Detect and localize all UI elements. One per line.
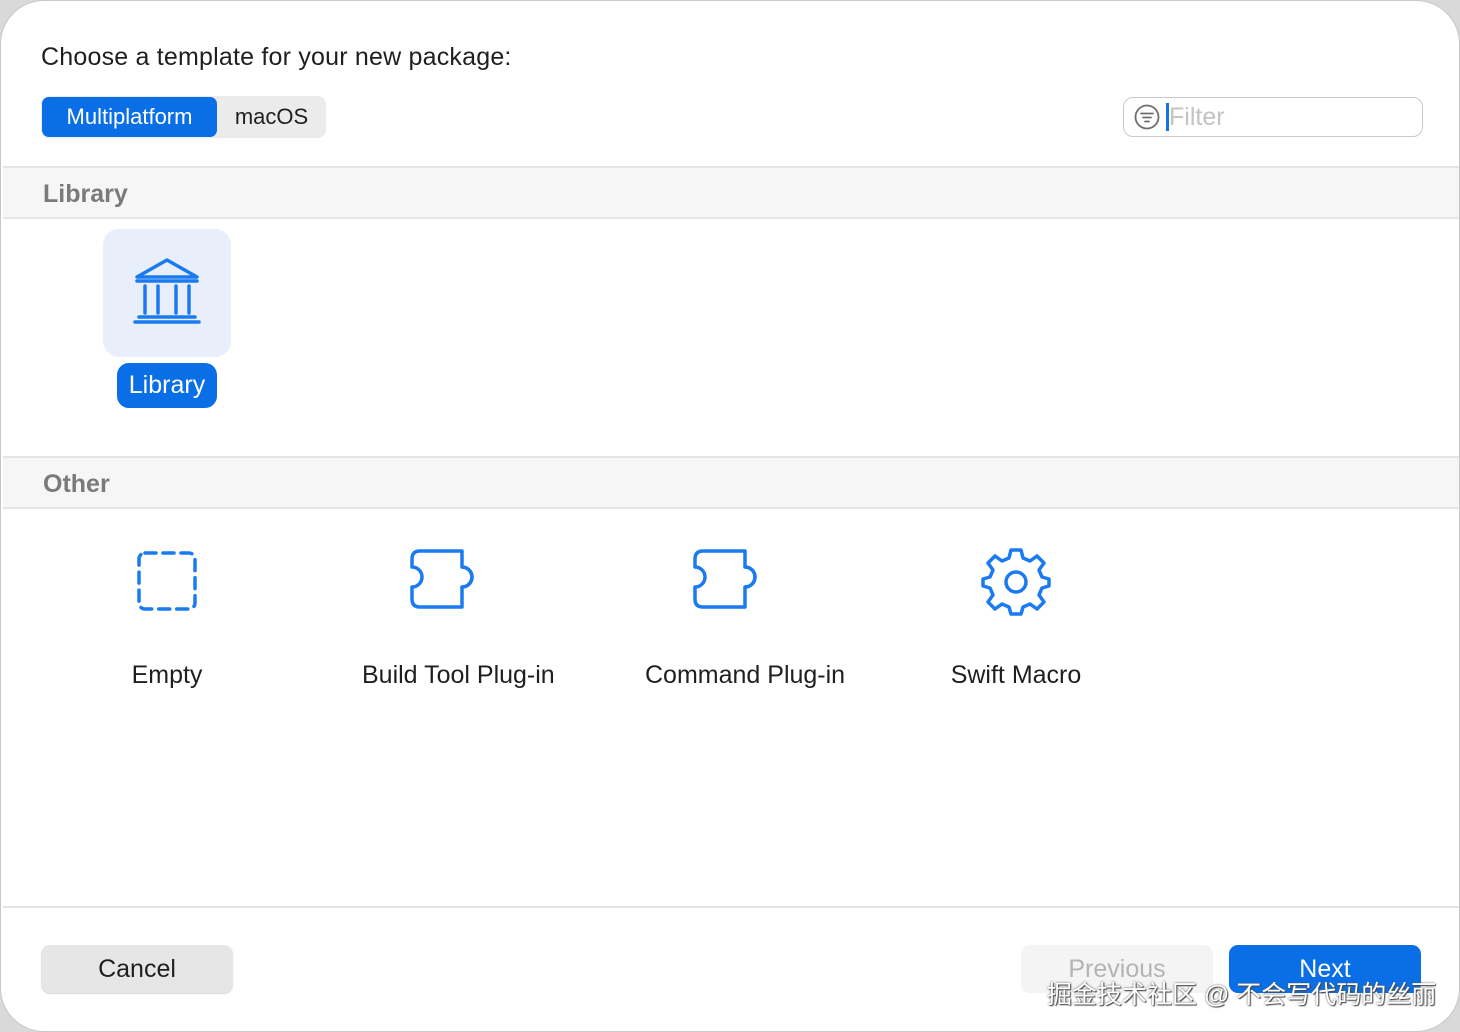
gear-icon	[981, 546, 1051, 621]
divider	[3, 906, 1459, 908]
puzzle-piece-icon	[408, 547, 492, 620]
template-icon-frame	[386, 519, 514, 647]
template-label: Swift Macro	[950, 661, 1082, 689]
template-icon-frame	[669, 519, 797, 647]
cancel-button[interactable]: Cancel	[41, 945, 233, 993]
divider	[3, 217, 1459, 219]
template-icon-frame	[103, 519, 231, 647]
filter-input[interactable]	[1169, 102, 1409, 132]
template-icon-frame	[952, 519, 1080, 647]
template-command-plugin[interactable]: Command Plug-in	[633, 519, 845, 698]
template-build-tool-plugin[interactable]: Build Tool Plug-in	[350, 519, 555, 698]
tab-macos[interactable]: macOS	[217, 96, 326, 138]
platform-segmented-control: Multiplatform macOS	[41, 96, 326, 138]
divider	[3, 507, 1459, 509]
watermark: 掘金技术社区 @ 不会写代码的丝丽	[1047, 981, 1437, 1009]
tab-multiplatform[interactable]: Multiplatform	[42, 97, 217, 137]
template-dialog: Choose a template for your new package: …	[0, 0, 1460, 1032]
section-title-other: Other	[43, 470, 110, 498]
template-swift-macro[interactable]: Swift Macro	[916, 519, 1116, 698]
puzzle-piece-icon	[691, 547, 775, 620]
template-label: Empty	[131, 661, 203, 689]
template-label: Command Plug-in	[645, 661, 846, 689]
section-header-other	[3, 458, 1459, 508]
section-title-library: Library	[43, 180, 128, 208]
template-empty[interactable]: Empty	[67, 519, 267, 698]
template-icon-frame	[103, 229, 231, 357]
dashed-square-icon	[135, 549, 199, 618]
section-header-library	[3, 168, 1459, 218]
dialog-prompt: Choose a template for your new package:	[41, 43, 512, 71]
template-label: Library	[116, 363, 218, 408]
template-library[interactable]: Library	[67, 229, 267, 408]
filter-field[interactable]	[1123, 97, 1423, 137]
template-label: Build Tool Plug-in	[362, 661, 555, 689]
building-columns-icon	[131, 255, 203, 332]
filter-icon	[1133, 103, 1161, 131]
